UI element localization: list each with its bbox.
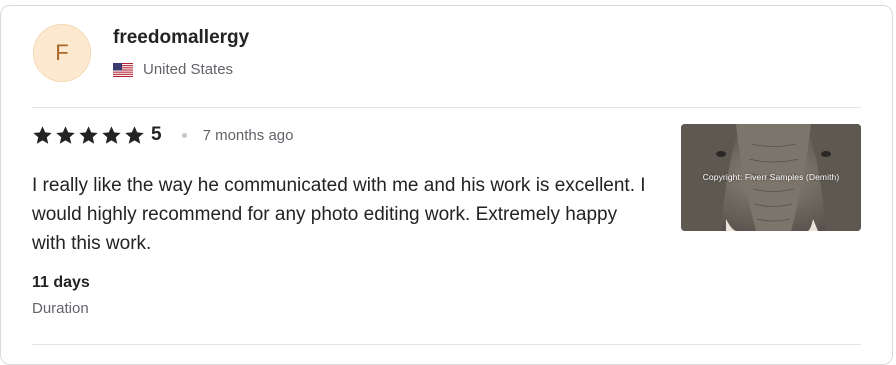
us-flag-icon bbox=[113, 62, 133, 77]
star-icon bbox=[56, 125, 75, 144]
review-time: 7 months ago bbox=[202, 126, 294, 144]
rating-row: 5 7 months ago bbox=[32, 124, 293, 146]
reviewer-country: United States bbox=[113, 61, 233, 78]
star-icon bbox=[125, 125, 144, 144]
avatar-initial: F bbox=[55, 40, 69, 65]
star-icon bbox=[33, 125, 52, 144]
star-icon bbox=[79, 125, 98, 144]
header-divider bbox=[32, 107, 861, 108]
reviewer-username[interactable]: freedomallergy bbox=[113, 27, 249, 49]
duration-label: Duration bbox=[32, 300, 89, 317]
avatar[interactable]: F bbox=[33, 24, 91, 82]
separator-dot bbox=[181, 132, 187, 138]
image-watermark: Copyright: Fiverr Samples (Demith) bbox=[702, 172, 840, 182]
rating-value: 5 bbox=[151, 124, 162, 145]
footer-divider bbox=[32, 344, 861, 345]
star-rating bbox=[32, 125, 145, 146]
duration-value: 11 days bbox=[32, 274, 90, 291]
country-name: United States bbox=[143, 61, 234, 78]
review-image-thumbnail[interactable]: Copyright: Fiverr Samples (Demith) bbox=[681, 124, 861, 231]
star-icon bbox=[102, 125, 121, 144]
review-text: I really like the way he communicated wi… bbox=[32, 175, 646, 254]
